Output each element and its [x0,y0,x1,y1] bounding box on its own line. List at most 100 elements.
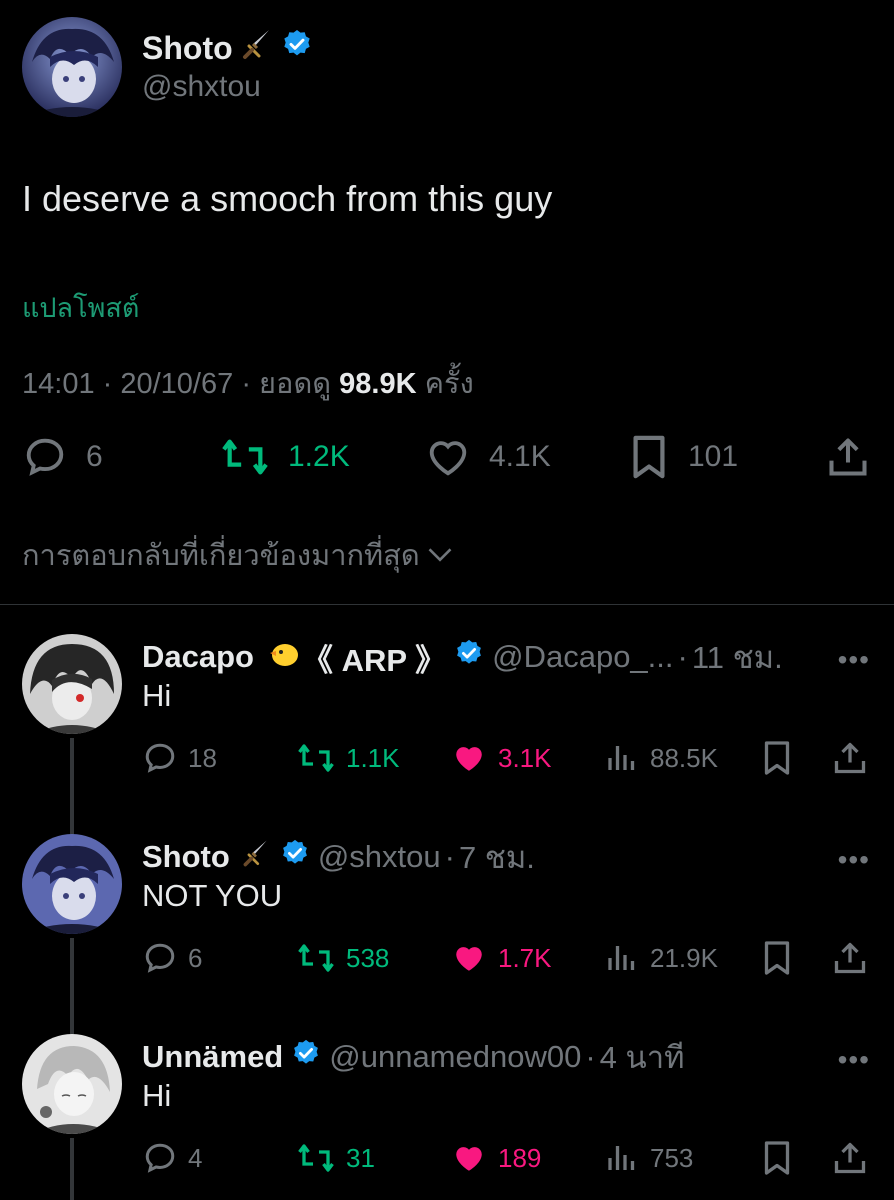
like-button[interactable]: 1.7K [450,940,552,976]
avatar[interactable] [22,834,122,934]
reply-actions: 4 31 189 753 [0,1140,894,1180]
meta-separator: · [677,639,688,674]
bookmark-icon [760,1140,794,1176]
reply-text: Hi [142,1078,172,1113]
reply-icon [142,940,178,976]
reply-tweet[interactable]: Dacapo 《 ARP 》 @Dacapo_... · 11 ชม. ••• … [0,606,894,806]
reply-button[interactable]: 18 [142,740,217,776]
bookmark-icon [628,434,670,480]
author-name[interactable]: Shoto [142,30,233,67]
divider [0,604,894,605]
more-options-icon[interactable]: ••• [838,844,870,876]
repost-button[interactable]: 1.1K [296,740,400,776]
views-count: 88.5K [650,742,718,773]
reply-icon [142,740,178,776]
avatar[interactable] [22,17,122,117]
like-button[interactable]: 4.1K [425,434,551,480]
like-count: 4.1K [489,440,551,473]
tweet-date[interactable]: 20/10/67 [120,368,233,400]
reply-sort-dropdown[interactable]: การตอบกลับที่เกี่ยวข้องมากที่สุด [22,532,454,578]
author-name-row[interactable]: Shoto [142,26,313,70]
reply-button[interactable]: 6 [142,940,202,976]
share-icon [832,740,868,776]
reply-icon [142,1140,178,1176]
reply-button[interactable]: 4 [142,1140,202,1176]
verified-badge-icon [280,838,310,876]
verified-badge-icon [291,1038,321,1076]
views-button[interactable]: 21.9K [604,940,718,976]
reply-author-handle[interactable]: @Dacapo_... [492,639,673,675]
repost-count: 538 [346,942,390,973]
translate-link[interactable]: แปลโพสต์ [22,286,139,329]
repost-button[interactable]: 1.2K [220,434,350,480]
reply-tweet[interactable]: Unnämed @unnamednow00 · 4 นาที ••• Hi 4 … [0,1006,894,1200]
like-button[interactable]: 189 [450,1140,541,1176]
reply-author-handle[interactable]: @unnamednow00 [329,1039,581,1075]
repost-icon [296,940,336,976]
reply-count: 18 [188,742,217,773]
heart-filled-icon [450,740,488,776]
reply-time[interactable]: 4 นาที [600,1032,685,1082]
analytics-icon [604,740,640,776]
avatar[interactable] [22,634,122,734]
reply-time[interactable]: 7 ชม. [459,832,535,882]
share-button[interactable] [826,434,870,480]
reply-author-name[interactable]: Unnämed [142,1039,283,1075]
chick-icon [268,638,302,676]
reply-actions: 6 538 1.7K 21.9K [0,940,894,980]
reply-icon [22,434,68,480]
reply-count: 6 [86,440,103,473]
repost-icon [296,1140,336,1176]
bookmark-button[interactable] [760,940,794,976]
reply-count: 6 [188,942,203,973]
meta-separator: · [444,839,455,874]
repost-button[interactable]: 538 [296,940,389,976]
reply-time[interactable]: 11 ชม. [692,632,783,682]
bookmark-icon [760,940,794,976]
reply-author-name[interactable]: Shoto [142,839,230,875]
bookmark-button[interactable]: 101 [628,434,738,480]
repost-count: 1.1K [346,742,400,773]
bookmark-count: 101 [688,440,739,473]
like-count: 189 [498,1142,542,1173]
reply-author-name[interactable]: Dacapo [142,639,254,675]
meta-separator: · [585,1039,596,1074]
bookmark-icon [760,740,794,776]
repost-count: 1.2K [288,440,350,473]
analytics-icon [604,1140,640,1176]
bookmark-button[interactable] [760,740,794,776]
views-count: 753 [650,1142,694,1173]
author-handle[interactable]: @shxtou [142,70,261,104]
avatar[interactable] [22,1034,122,1134]
share-icon [826,434,870,480]
repost-count: 31 [346,1142,375,1173]
repost-button[interactable]: 31 [296,1140,375,1176]
more-options-icon[interactable]: ••• [838,1044,870,1076]
reply-tweet[interactable]: Shoto @shxtou · 7 ชม. ••• NOT YOU 6 538 … [0,806,894,1006]
heart-icon [425,434,471,480]
like-button[interactable]: 3.1K [450,740,552,776]
reply-author-handle[interactable]: @shxtou [318,839,441,875]
views-button[interactable]: 753 [604,1140,693,1176]
tweet-text: I deserve a smooch from this guy [22,178,553,219]
reply-button[interactable]: 6 [22,434,103,480]
reply-author-name-extra[interactable]: 《 ARP 》 [302,635,446,680]
share-button[interactable] [832,940,868,976]
more-options-icon[interactable]: ••• [838,644,870,676]
share-button[interactable] [832,740,868,776]
dagger-icon [239,26,275,70]
tweet-time[interactable]: 14:01 [22,368,95,400]
share-icon [832,940,868,976]
tweet-actions: 6 1.2K 4.1K 101 [0,430,894,486]
verified-badge-icon [281,28,313,68]
meta-separator: · [102,368,121,400]
reply-count: 4 [188,1142,203,1173]
tweet-meta: 14:01 · 20/10/67 · ยอดดู 98.9K ครั้ง [22,360,474,406]
meta-separator: · [241,368,260,400]
sort-label: การตอบกลับที่เกี่ยวข้องมากที่สุด [22,540,420,572]
views-count: 98.9K [339,368,417,400]
chevron-down-icon [426,539,454,572]
views-button[interactable]: 88.5K [604,740,718,776]
bookmark-button[interactable] [760,1140,794,1176]
share-button[interactable] [832,1140,868,1176]
